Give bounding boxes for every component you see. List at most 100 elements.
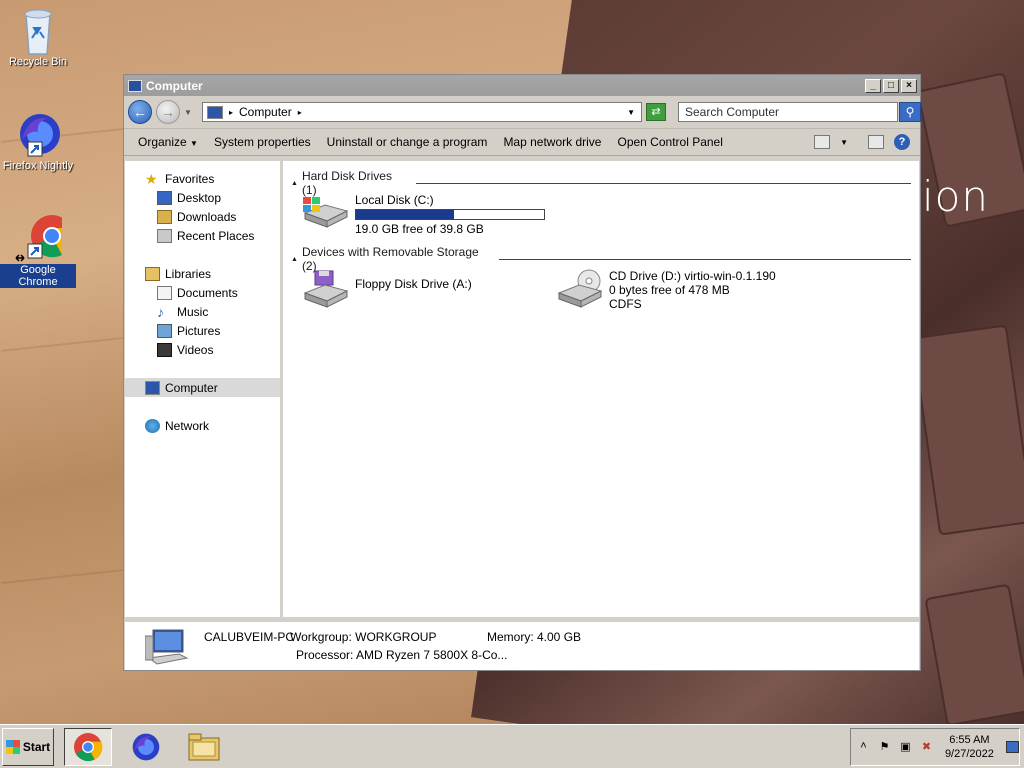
drive-details: CD Drive (D:) virtio-win-0.1.190 0 bytes… bbox=[609, 269, 776, 311]
close-button[interactable]: × bbox=[901, 78, 917, 93]
system-tray: ˄ ⚑ ▣ ✖ 6:55 AM 9/27/2022 bbox=[850, 727, 1020, 766]
content-area: ★ Favorites Desktop Downloads Recent Pla… bbox=[125, 161, 919, 617]
nav-label: Network bbox=[165, 418, 210, 433]
drive-free-space: 19.0 GB free of 39.8 GB bbox=[355, 222, 484, 236]
nav-group-libraries: Libraries Documents ♪ Music Pictures Vid… bbox=[125, 264, 280, 359]
minimize-button[interactable]: _ bbox=[865, 78, 881, 93]
maximize-button[interactable]: □ bbox=[883, 78, 899, 93]
clock-date: 9/27/2022 bbox=[944, 747, 994, 760]
organize-label: Organize bbox=[138, 135, 187, 149]
chevron-down-icon: ▼ bbox=[190, 139, 198, 148]
address-path[interactable]: Computer bbox=[239, 105, 292, 119]
firefox-nightly-icon bbox=[14, 110, 62, 158]
floppy-drive-icon bbox=[301, 269, 349, 309]
taskbar-firefox-button[interactable] bbox=[122, 728, 170, 766]
memory-text: Memory: 4.00 GB bbox=[487, 630, 582, 644]
videos-icon bbox=[157, 342, 172, 357]
network-icon bbox=[145, 418, 160, 433]
nav-item-pictures[interactable]: Pictures bbox=[125, 321, 280, 340]
address-row: ← → ▼ ▸ Computer ▸ ▼ ⇄ Search Computer ⚲ bbox=[124, 96, 921, 128]
refresh-button[interactable]: ⇄ bbox=[646, 103, 666, 121]
system-properties-button[interactable]: System properties bbox=[214, 135, 311, 149]
nav-item-computer[interactable]: Computer bbox=[125, 378, 280, 397]
open-control-panel-button[interactable]: Open Control Panel bbox=[617, 135, 722, 149]
nav-label: Documents bbox=[177, 285, 238, 300]
uninstall-program-button[interactable]: Uninstall or change a program bbox=[327, 135, 488, 149]
collapse-triangle-icon: ▲ bbox=[291, 179, 298, 187]
processor-text: Processor: AMD Ryzen 7 5800X 8-Co... bbox=[296, 648, 508, 662]
wallpaper-text: ion bbox=[922, 172, 989, 221]
help-icon[interactable]: ? bbox=[894, 134, 910, 150]
forward-button[interactable]: → bbox=[156, 100, 180, 124]
window-titlebar[interactable]: Computer _ □ × bbox=[124, 75, 920, 96]
nav-item-favorites[interactable]: ★ Favorites bbox=[125, 169, 280, 188]
nav-item-music[interactable]: ♪ Music bbox=[125, 302, 280, 321]
taskbar: Start ˄ ⚑ ▣ ✖ 6:55 AM 9/27/2022 bbox=[0, 724, 1024, 768]
pictures-icon bbox=[157, 323, 172, 338]
desktop-icon-recycle-bin[interactable]: Recycle Bin bbox=[0, 6, 76, 68]
search-input[interactable]: Search Computer ⚲ bbox=[678, 102, 921, 122]
windows-logo-icon bbox=[5, 739, 20, 754]
start-button[interactable]: Start bbox=[2, 727, 54, 766]
back-button[interactable]: ← bbox=[128, 100, 152, 124]
desktop-icon-firefox-nightly[interactable]: Firefox Nightly bbox=[0, 110, 76, 172]
flag-icon[interactable]: ⚑ bbox=[878, 740, 891, 754]
taskbar-chrome-button[interactable] bbox=[64, 727, 112, 766]
nav-item-recent-places[interactable]: Recent Places bbox=[125, 226, 280, 245]
address-bar[interactable]: ▸ Computer ▸ ▼ bbox=[202, 102, 642, 122]
navigation-pane: ★ Favorites Desktop Downloads Recent Pla… bbox=[125, 161, 283, 617]
drive-name: Floppy Disk Drive (A:) bbox=[355, 277, 472, 291]
drive-name: CD Drive (D:) virtio-win-0.1.190 bbox=[609, 269, 776, 283]
show-hidden-icons-icon[interactable]: ˄ bbox=[857, 740, 870, 754]
drive-details: Local Disk (C:) 19.0 GB free of 39.8 GB bbox=[355, 193, 545, 236]
clock[interactable]: 6:55 AM 9/27/2022 bbox=[945, 733, 994, 761]
nav-item-desktop[interactable]: Desktop bbox=[125, 188, 280, 207]
search-icon: ⚲ bbox=[905, 105, 915, 119]
documents-icon bbox=[157, 285, 172, 300]
arrow-right-icon: → bbox=[161, 104, 175, 120]
volume-muted-icon[interactable]: ✖ bbox=[920, 740, 933, 754]
computer-window: Computer _ □ × ← → ▼ ▸ Computer ▸ ▼ ⇄ Se… bbox=[123, 74, 921, 671]
taskbar-explorer-button[interactable] bbox=[180, 728, 228, 766]
drive-cd-d[interactable]: CD Drive (D:) virtio-win-0.1.190 0 bytes… bbox=[555, 269, 776, 311]
downloads-icon bbox=[157, 209, 172, 224]
computer-large-icon bbox=[144, 628, 189, 666]
nav-item-network[interactable]: Network bbox=[125, 416, 280, 435]
computer-icon bbox=[207, 105, 223, 119]
nav-group-network: Network bbox=[125, 416, 280, 435]
drive-filesystem: CDFS bbox=[609, 297, 642, 311]
nav-label: Favorites bbox=[165, 171, 215, 186]
cd-drive-icon bbox=[555, 269, 603, 309]
map-network-drive-button[interactable]: Map network drive bbox=[503, 135, 601, 149]
recent-pages-dropdown[interactable]: ▼ bbox=[184, 108, 194, 117]
nav-label: Libraries bbox=[165, 266, 212, 281]
nav-item-documents[interactable]: Documents bbox=[125, 283, 280, 302]
computer-icon bbox=[128, 79, 142, 92]
nav-item-libraries[interactable]: Libraries bbox=[125, 264, 280, 283]
main-pane: ▲ Hard Disk Drives (1) Local Disk (C:) 1… bbox=[283, 161, 919, 617]
desktop-icon-google-chrome[interactable]: Google Chrome bbox=[0, 214, 76, 288]
drive-name: Local Disk (C:) bbox=[355, 193, 434, 207]
preview-pane-icon[interactable] bbox=[868, 135, 884, 149]
chevron-right-icon[interactable]: ▸ bbox=[298, 108, 302, 117]
nav-group-favorites: ★ Favorites Desktop Downloads Recent Pla… bbox=[125, 169, 280, 245]
search-button[interactable]: ⚲ bbox=[899, 102, 921, 122]
organize-menu[interactable]: Organize ▼ bbox=[138, 135, 198, 149]
folder-icon bbox=[188, 733, 220, 760]
recent-places-icon bbox=[157, 228, 172, 243]
nav-item-downloads[interactable]: Downloads bbox=[125, 207, 280, 226]
change-view-icon[interactable] bbox=[814, 135, 831, 149]
show-desktop-button[interactable] bbox=[1005, 740, 1019, 753]
nav-label: Pictures bbox=[177, 323, 221, 338]
chevron-down-icon[interactable]: ▼ bbox=[840, 138, 848, 147]
music-icon: ♪ bbox=[157, 303, 164, 320]
drive-local-disk-c[interactable]: Local Disk (C:) 19.0 GB free of 39.8 GB bbox=[301, 193, 545, 236]
nav-item-videos[interactable]: Videos bbox=[125, 340, 280, 359]
chevron-down-icon[interactable]: ▼ bbox=[627, 108, 635, 117]
computer-icon bbox=[145, 380, 160, 395]
chevron-right-icon[interactable]: ▸ bbox=[229, 108, 233, 117]
nav-label: Videos bbox=[177, 342, 214, 357]
window-controls: _ □ × bbox=[865, 78, 920, 93]
network-status-icon[interactable]: ▣ bbox=[899, 740, 912, 754]
drive-floppy-a[interactable]: Floppy Disk Drive (A:) bbox=[301, 269, 472, 309]
